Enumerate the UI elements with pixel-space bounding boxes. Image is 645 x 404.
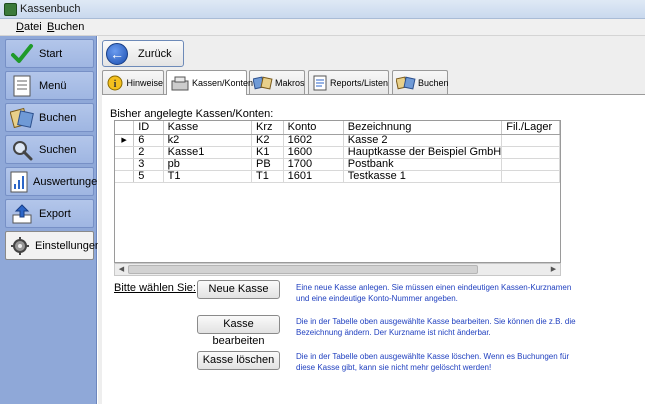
column-header-fil-lager[interactable]: Fil./Lager xyxy=(501,121,560,135)
column-header-konto[interactable]: Konto xyxy=(283,121,344,135)
table-horizontal-scrollbar[interactable]: ◀ ▶ xyxy=(114,263,561,276)
row-header[interactable] xyxy=(115,158,135,171)
title-bar: Kassenbuch xyxy=(0,0,645,19)
cell-bezeichnung[interactable]: Postbank xyxy=(343,158,503,171)
cell-kasse[interactable]: k2 xyxy=(163,134,253,147)
delete-kasse-button[interactable]: Kasse löschen xyxy=(197,351,280,370)
scroll-right-icon[interactable]: ▶ xyxy=(548,265,559,275)
cell-bezeichnung[interactable]: Testkasse 1 xyxy=(343,170,503,183)
column-header-id[interactable]: ID xyxy=(133,121,164,135)
cash-register-icon xyxy=(170,74,190,92)
row-header-corner xyxy=(115,121,135,135)
table-row[interactable]: 5 T1 T1 1601 Testkasse 1 xyxy=(115,170,560,183)
cell-krz[interactable]: T1 xyxy=(251,170,284,183)
tab-kassen-konten[interactable]: Kassen/Konten xyxy=(166,70,253,95)
cell-konto[interactable]: 1602 xyxy=(283,134,344,147)
row-header[interactable] xyxy=(115,170,135,183)
cell-id[interactable]: 2 xyxy=(133,146,164,159)
cell-konto[interactable]: 1601 xyxy=(283,170,344,183)
sidebar-item-buchen[interactable]: Buchen xyxy=(5,103,94,132)
column-header-bezeichnung[interactable]: Bezeichnung xyxy=(343,121,503,135)
sidebar-item-menu[interactable]: Menü xyxy=(5,71,94,100)
column-header-kasse[interactable]: Kasse xyxy=(163,121,253,135)
table-row[interactable]: 2 Kasse1 K1 1600 Hauptkasse der Beispiel… xyxy=(115,146,560,159)
sidebar-item-auswertungen[interactable]: Auswertungen xyxy=(5,167,103,196)
menu-datei[interactable]: Datei xyxy=(16,21,42,33)
checkmark-icon xyxy=(9,41,35,67)
cell-kasse[interactable]: Kasse1 xyxy=(163,146,253,159)
sidebar-item-einstellungen[interactable]: Einstellungen xyxy=(5,231,101,260)
table-header-row: ID Kasse Krz Konto Bezeichnung Fil./Lage… xyxy=(115,121,560,135)
settings-icon xyxy=(9,233,31,259)
booking-icon xyxy=(396,74,416,92)
current-row-arrow-icon: ▶ xyxy=(115,134,135,147)
edit-kasse-button[interactable]: Kasse bearbeiten xyxy=(197,315,280,347)
new-kasse-description: Eine neue Kasse anlegen. Sie müssen eine… xyxy=(296,283,572,303)
kassen-table[interactable]: ID Kasse Krz Konto Bezeichnung Fil./Lage… xyxy=(114,120,561,263)
reports-icon xyxy=(312,74,328,92)
new-kasse-button[interactable]: Neue Kasse xyxy=(197,280,280,299)
cash-book-icon xyxy=(9,105,35,131)
cell-fil-lager[interactable] xyxy=(501,158,560,171)
cell-bezeichnung[interactable]: Hauptkasse der Beispiel GmbH xyxy=(343,146,503,159)
menu-bar: Datei Buchen xyxy=(0,19,645,36)
cell-id[interactable]: 6 xyxy=(133,134,164,147)
info-icon: i xyxy=(106,74,124,92)
cell-krz[interactable]: K2 xyxy=(251,134,284,147)
tab-hinweise[interactable]: i Hinweise xyxy=(102,70,164,94)
cell-id[interactable]: 5 xyxy=(133,170,164,183)
export-icon xyxy=(9,201,35,227)
scroll-left-icon[interactable]: ◀ xyxy=(116,265,127,275)
section-label: Bisher angelegte Kassen/Konten: xyxy=(110,108,274,120)
svg-text:i: i xyxy=(114,79,117,90)
table-row[interactable]: ▶ 6 k2 K2 1602 Kasse 2 xyxy=(115,134,560,147)
report-icon xyxy=(9,169,29,195)
choose-prompt: Bitte wählen Sie: xyxy=(114,282,196,294)
cell-fil-lager[interactable] xyxy=(501,146,560,159)
tab-makros[interactable]: Makros xyxy=(249,70,305,94)
cell-kasse[interactable]: T1 xyxy=(163,170,253,183)
cell-konto[interactable]: 1600 xyxy=(283,146,344,159)
sidebar-item-start[interactable]: Start xyxy=(5,39,94,68)
sidebar-item-export[interactable]: Export xyxy=(5,199,94,228)
table-row[interactable]: 3 pb PB 1700 Postbank xyxy=(115,158,560,171)
scrollbar-thumb[interactable] xyxy=(128,265,478,274)
magnifier-icon xyxy=(9,137,35,163)
cell-bezeichnung[interactable]: Kasse 2 xyxy=(343,134,503,147)
macros-icon xyxy=(253,74,273,92)
main-content: ← Zurück i Hinweise Kassen/Konten Makros xyxy=(98,36,645,404)
back-button[interactable]: ← Zurück xyxy=(102,40,184,67)
column-header-krz[interactable]: Krz xyxy=(251,121,284,135)
app-icon xyxy=(4,3,17,16)
menu-icon xyxy=(9,73,35,99)
row-header[interactable] xyxy=(115,146,135,159)
sidebar-item-suchen[interactable]: Suchen xyxy=(5,135,94,164)
edit-kasse-description: Die in der Tabelle oben ausgewählte Kass… xyxy=(296,317,576,337)
menu-buchen[interactable]: Buchen xyxy=(47,21,84,33)
tab-reports-listen[interactable]: Reports/Listen xyxy=(308,70,389,94)
cell-fil-lager[interactable] xyxy=(501,134,560,147)
window-title: Kassenbuch xyxy=(20,3,81,15)
cell-konto[interactable]: 1700 xyxy=(283,158,344,171)
cell-kasse[interactable]: pb xyxy=(163,158,253,171)
sidebar: Start Menü Buchen Suchen Auswertungen Ex… xyxy=(0,36,103,404)
tab-buchen[interactable]: Buchen xyxy=(392,70,449,94)
cell-id[interactable]: 3 xyxy=(133,158,164,171)
cell-krz[interactable]: PB xyxy=(251,158,284,171)
cell-fil-lager[interactable] xyxy=(501,170,560,183)
delete-kasse-description: Die in der Tabelle oben ausgewählte Kass… xyxy=(296,352,570,372)
cell-krz[interactable]: K1 xyxy=(251,146,284,159)
tab-strip: i Hinweise Kassen/Konten Makros Reports/… xyxy=(102,70,645,95)
back-arrow-icon: ← xyxy=(106,42,128,65)
